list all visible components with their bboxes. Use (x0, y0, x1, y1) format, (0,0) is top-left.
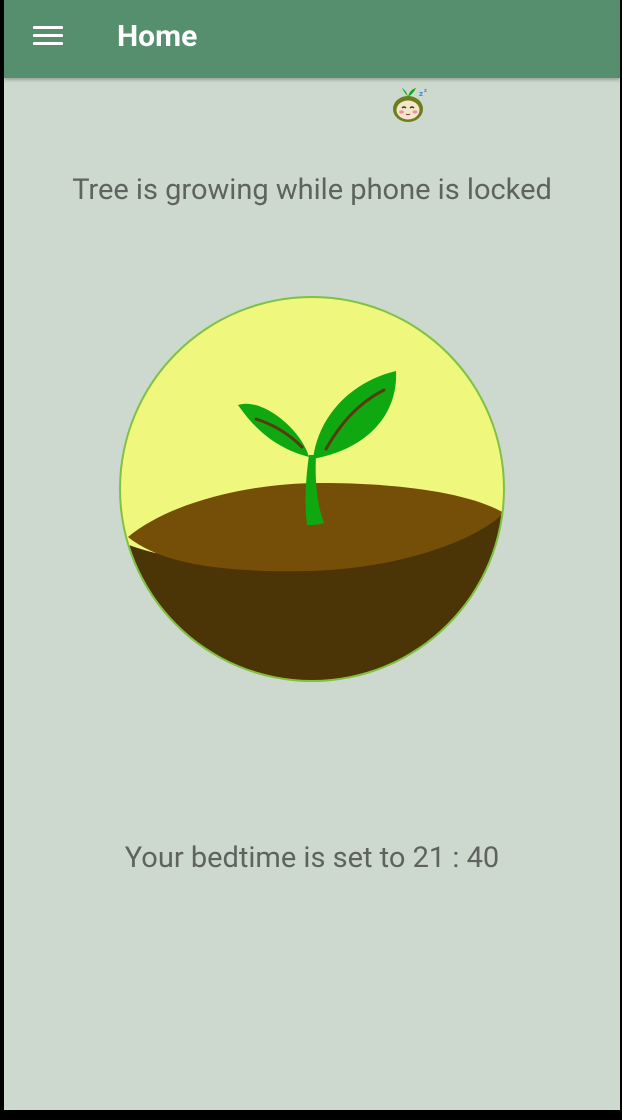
home-screen: Home z z Tree is growing while phone is … (4, 0, 620, 1110)
menu-line (33, 26, 63, 29)
bedtime-text: Your bedtime is set to 21 : 40 (124, 841, 500, 875)
tree-status-text: Tree is growing while phone is locked (72, 173, 552, 207)
sleeping-seed-mascot-icon: z z (393, 88, 427, 122)
app-bar: Home (4, 0, 620, 78)
svg-text:z: z (419, 90, 423, 98)
svg-text:z: z (424, 88, 427, 94)
menu-line (33, 34, 63, 37)
page-title: Home (117, 19, 198, 54)
hamburger-menu-icon[interactable] (22, 16, 74, 58)
menu-line (33, 42, 63, 45)
growing-tree-icon (119, 296, 505, 682)
